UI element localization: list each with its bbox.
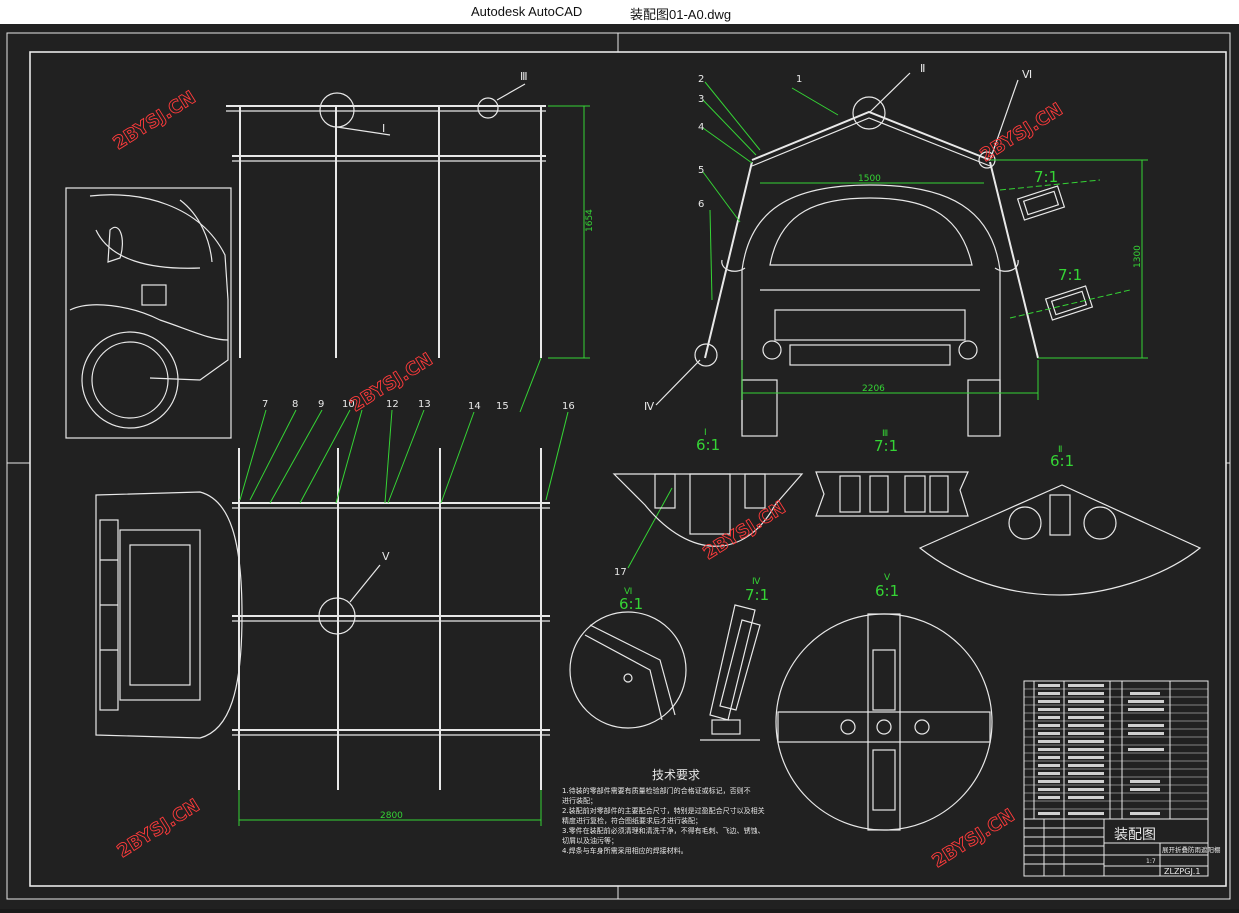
dim-side-height: 1654 — [585, 209, 595, 232]
title-bar: Autodesk AutoCAD 装配图01-A0.dwg — [0, 0, 1239, 24]
drawing-scale: 1:7 — [1146, 858, 1156, 865]
scale-detail-I: 6:1 — [696, 436, 720, 454]
tech-requirements: 技术要求 1.待装的零部件需要有质量检验部门的合格证或标记，否则不 进行装配； … — [562, 768, 765, 855]
callout-3: 3 — [698, 94, 704, 105]
dim-front-base: 2206 — [862, 384, 885, 394]
marker-I: Ⅰ — [382, 122, 385, 135]
scale-section-b: 7:1 — [1058, 266, 1082, 284]
tech-req-line: 4.焊条与车身所需采用相应的焊接材料。 — [562, 846, 688, 855]
callout-8: 8 — [292, 399, 298, 410]
scale-detail-III: 7:1 — [874, 437, 898, 455]
marker-IV: Ⅳ — [644, 400, 655, 413]
callout-6: 6 — [698, 199, 704, 210]
marker-VI: Ⅵ — [1022, 68, 1032, 81]
callout-5: 5 — [698, 165, 704, 176]
callout-1: 1 — [796, 74, 802, 85]
detail-label-I: Ⅰ — [704, 428, 707, 438]
scale-section-a: 7:1 — [1034, 168, 1058, 186]
scale-detail-V: 6:1 — [875, 582, 899, 600]
tech-req-line: 切屑以及油污等； — [562, 836, 618, 845]
marker-V: Ⅴ — [382, 550, 390, 563]
callout-14: 14 — [468, 401, 481, 412]
front-view-dims — [702, 81, 1148, 400]
watermark-text: 2BYSJ.CN — [110, 87, 200, 154]
watermark-text: 2BYSJ.CN — [114, 795, 204, 862]
detail-label-III: Ⅲ — [882, 429, 888, 439]
document-title: 装配图01-A0.dwg — [630, 7, 732, 22]
cad-drawing[interactable]: 1654 Ⅰ Ⅲ 1500 1300 2206 7:1 7:1 Ⅱ Ⅵ Ⅳ 1 … — [0, 24, 1239, 909]
marker-III: Ⅲ — [520, 70, 528, 83]
tech-req-line: 精度进行复检，符合图纸要求后才进行装配； — [562, 816, 702, 825]
drawing-number: ZLZPGJ.1 — [1164, 867, 1200, 876]
callout-7: 7 — [262, 399, 268, 410]
watermark-text: 2BYSJ.CN — [929, 805, 1019, 872]
parts-list-fill — [1038, 684, 1164, 815]
dim-front-top: 1500 — [858, 174, 881, 184]
tech-req-title: 技术要求 — [652, 768, 700, 782]
tech-req-line: 3.零件在装配前必须清理和清洗干净，不得有毛刺、飞边、锈蚀、 — [562, 826, 765, 835]
watermark-text: 2BYSJ.CN — [977, 99, 1067, 166]
dim-front-height: 1300 — [1133, 245, 1143, 268]
scale-detail-VI: 6:1 — [619, 595, 643, 613]
detail-label-V: Ⅴ — [884, 573, 891, 583]
plan-view[interactable] — [95, 448, 550, 790]
detail-label-IV: Ⅳ — [752, 577, 761, 587]
marker-II: Ⅱ — [920, 62, 925, 75]
detail-label-II: Ⅱ — [1058, 445, 1062, 455]
callout-4: 4 — [698, 122, 704, 133]
drawing-name: 装配图 — [1114, 827, 1156, 843]
app-title: Autodesk AutoCAD — [471, 4, 583, 19]
drawing-canvas[interactable]: 1654 Ⅰ Ⅲ 1500 1300 2206 7:1 7:1 Ⅱ Ⅵ Ⅳ 1 … — [0, 24, 1239, 909]
callout-13: 13 — [418, 399, 431, 410]
side-view-dim — [548, 105, 590, 359]
scale-detail-IV: 7:1 — [745, 586, 769, 604]
drawing-subtitle: 展开折叠防雨遮阳棚 — [1162, 845, 1221, 854]
callout-2: 2 — [698, 74, 704, 85]
callout-9: 9 — [318, 399, 324, 410]
plan-view-dims — [238, 357, 673, 826]
detail-label-VI: Ⅵ — [624, 587, 632, 597]
tech-req-line: 2.装配前对零部件的主要配合尺寸，特别是过盈配合尺寸以及相关 — [562, 806, 765, 815]
callout-16: 16 — [562, 401, 575, 412]
tech-req-line: 进行装配； — [562, 796, 597, 805]
callout-12: 12 — [386, 399, 399, 410]
callout-17: 17 — [614, 567, 627, 578]
callout-15: 15 — [496, 401, 509, 412]
dim-plan-width: 2800 — [380, 811, 403, 821]
tech-req-line: 1.待装的零部件需要有质量检验部门的合格证或标记，否则不 — [562, 786, 751, 795]
